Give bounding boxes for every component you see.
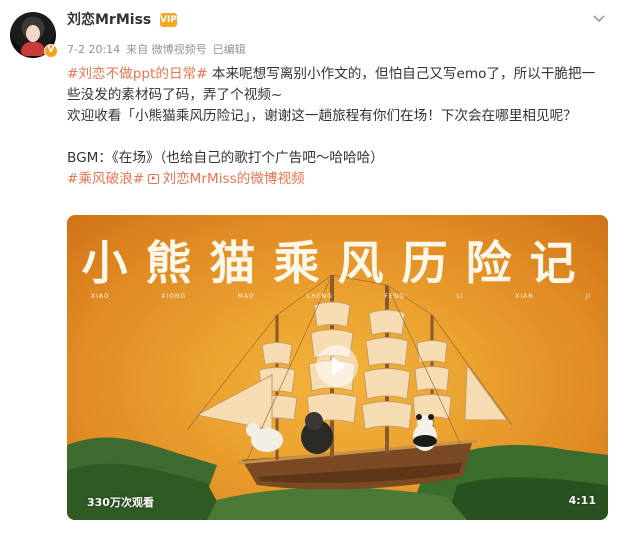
verified-icon: V <box>44 44 58 58</box>
pinyin-label: XIONG <box>161 293 186 300</box>
play-button[interactable] <box>316 345 358 387</box>
topic-tag-link[interactable]: #刘恋不做ppt的日常# <box>67 66 208 82</box>
edited-label[interactable]: 已编辑 <box>213 43 246 56</box>
video-title: 小熊猫乘风历险记 <box>81 236 594 290</box>
username-link[interactable]: 刘恋MrMiss <box>67 10 151 30</box>
post-time[interactable]: 7-2 20:14 <box>67 43 120 56</box>
post-line-5: #乘风破浪# 刘恋MrMiss的微博视频 <box>67 169 612 190</box>
post-meta: 7-2 20:14 来自 微博视频号 已编辑 <box>67 42 252 58</box>
video-link-icon <box>148 174 160 184</box>
pinyin-label: XIAN <box>515 293 534 300</box>
avatar-face <box>26 25 40 42</box>
post-line-1: #刘恋不做ppt的日常# 本来呢想写离别小作文的，但怕自己又写emo了，所以干脆… <box>67 66 596 82</box>
video-pinyin-row: XIAO XIONG MAO CHENG FENG LI XIAN JI <box>91 293 591 300</box>
play-icon <box>332 357 347 375</box>
post-line-2: 些没发的素材码了码，弄了个视频~ <box>67 87 283 103</box>
video-duration: 4:11 <box>568 494 596 507</box>
pinyin-label: LI <box>456 293 464 300</box>
pinyin-label: JI <box>585 293 591 300</box>
post-line-3: 欢迎收看「小熊猫乘风历险记」，谢谢这一趟旅程有你们在场！下次会在哪里相见呢？ <box>67 108 577 124</box>
post-content: #刘恋不做ppt的日常# 本来呢想写离别小作文的，但怕自己又写emo了，所以干脆… <box>67 64 612 190</box>
post-source[interactable]: 来自 微博视频号 <box>126 43 207 56</box>
pinyin-label: CHENG <box>306 293 333 300</box>
video-source-link[interactable]: 刘恋MrMiss的微博视频 <box>148 171 305 187</box>
post-line-4: BGM：《在场》（也给自己的歌打个广告吧～哈哈哈） <box>67 150 384 166</box>
chevron-down-icon[interactable] <box>590 10 608 28</box>
view-count: 330万次观看 <box>87 496 154 509</box>
avatar-body <box>21 42 45 56</box>
pinyin-label: XIAO <box>91 293 110 300</box>
video-player[interactable]: 小熊猫乘风历险记 XIAO XIONG MAO CHENG FENG LI XI… <box>67 215 608 520</box>
pinyin-label: MAO <box>237 293 255 300</box>
topic-tag-link-2[interactable]: #乘风破浪# <box>67 171 144 187</box>
vip-icon[interactable]: VIP <box>160 13 177 27</box>
pinyin-label: FENG <box>384 293 405 300</box>
